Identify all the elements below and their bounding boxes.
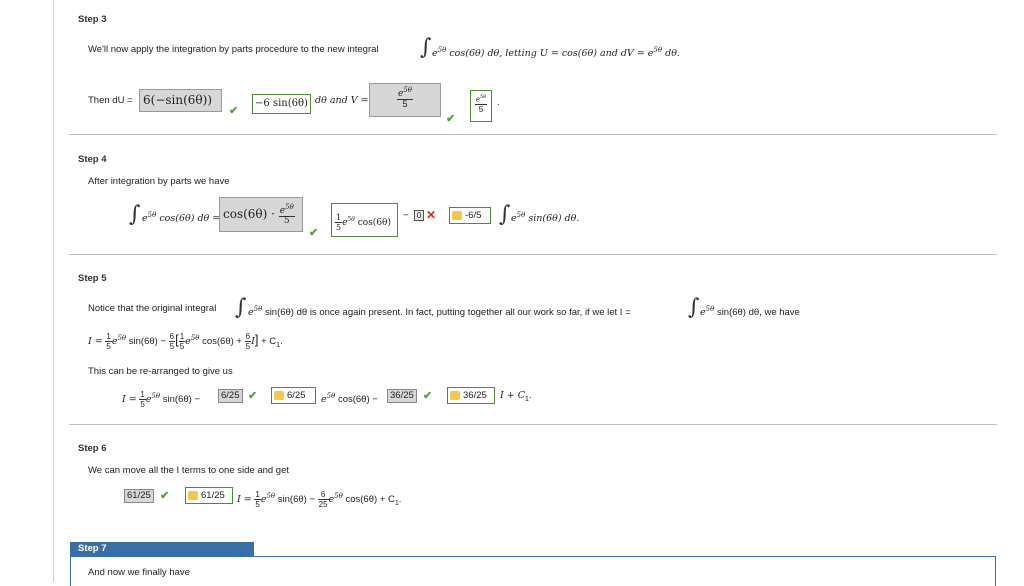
- step-6-correct-box: 61/25: [185, 487, 233, 504]
- and-v-label: dθ and V =: [315, 95, 369, 106]
- integral-sign: ∫: [688, 295, 700, 320]
- step-6-label: Step 6: [78, 443, 107, 454]
- integral-sign: ∫: [499, 202, 511, 227]
- minus-sign: −: [403, 210, 409, 221]
- step-6-answer-box[interactable]: 61/25: [124, 489, 154, 503]
- step-4-correct-1-box: 1 5 e5θ cos(6θ): [331, 203, 398, 237]
- v-answer-box[interactable]: e5θ 5: [369, 83, 441, 117]
- step-7-intro: And now we finally have: [88, 567, 190, 578]
- then-du-label: Then dU =: [88, 95, 133, 106]
- step-5-rearrange-text: This can be re-arranged to give us: [88, 366, 233, 377]
- check-icon: ✔: [309, 227, 319, 239]
- step-7-tab[interactable]: Step 7: [70, 542, 254, 556]
- step-5-rearranged-lhs: I = 1 5 e5θ sin(6θ) −: [122, 390, 200, 410]
- step-4-answer-1-box[interactable]: cos(6θ) · e5θ 5: [219, 197, 303, 232]
- step-4-correct-2-box: -6/5: [449, 207, 491, 224]
- step-4-intro: After integration by parts we have: [88, 176, 230, 187]
- du-correct-box: −6 sin(6θ): [252, 94, 311, 114]
- step-5-intro-rest-2: e5θ sin(6θ) dθ, we have: [700, 305, 800, 319]
- divider: [69, 424, 997, 425]
- step-6-equation: I = 1 5 e5θ sin(6θ) − 6 25 e5θ cos(6θ) + C1.: [237, 490, 402, 510]
- check-icon: ✔: [229, 105, 239, 117]
- check-icon: ✔: [446, 113, 456, 125]
- key-icon: [450, 390, 460, 400]
- step-5-answer-2-box[interactable]: 36/25: [387, 389, 417, 403]
- divider: [69, 254, 997, 255]
- step-3-integral-text: e5θ cos(6θ) dθ, letting U = cos(6θ) and …: [432, 46, 680, 60]
- integral-sign: ∫: [235, 295, 247, 320]
- step-5-equation: I = 1 5 e5θ sin(6θ) − 6 5[1 5 e5θ cos(6θ) + 6…: [88, 332, 283, 352]
- step-5-correct-2-box: 36/25: [447, 387, 495, 404]
- divider: [69, 134, 997, 135]
- step-4-tail: e5θ sin(6θ) dθ.: [511, 211, 580, 225]
- step-3-label: Step 3: [78, 14, 107, 25]
- du-answer-box[interactable]: 6(−sin(6θ)): [139, 89, 222, 112]
- v-correct-box: e5θ 5: [470, 90, 492, 122]
- step-6-intro: We can move all the I terms to one side …: [88, 465, 290, 476]
- cross-icon: ✕: [426, 208, 437, 222]
- step-5-intro-rest: e5θ sin(6θ) dθ is once again present. In…: [248, 305, 631, 319]
- key-icon: [274, 390, 284, 400]
- step-5-answer-1-box[interactable]: 6/25: [218, 389, 243, 403]
- key-icon: [452, 210, 462, 220]
- period: .: [497, 97, 500, 108]
- step-3-intro: We'll now apply the integration by parts…: [88, 44, 379, 55]
- step-5-label: Step 5: [78, 273, 107, 284]
- step-5-rearranged-mid: e5θ cos(6θ) −: [321, 392, 378, 406]
- key-icon: [188, 490, 198, 500]
- step-4-lhs: e5θ cos(6θ) dθ =: [142, 211, 221, 225]
- step-5-intro: Notice that the original integral: [88, 303, 217, 314]
- left-border: [53, 0, 54, 582]
- check-icon: ✔: [423, 390, 433, 402]
- check-icon: ✔: [160, 490, 170, 502]
- step-4-answer-2-box[interactable]: 0: [414, 210, 424, 221]
- integral-sign: ∫: [420, 35, 432, 60]
- check-icon: ✔: [248, 390, 258, 402]
- step-5-rearranged-tail: I + C1.: [500, 390, 532, 403]
- step-5-correct-1-box: 6/25: [271, 387, 316, 404]
- integral-sign: ∫: [129, 202, 141, 227]
- step-4-label: Step 4: [78, 154, 107, 165]
